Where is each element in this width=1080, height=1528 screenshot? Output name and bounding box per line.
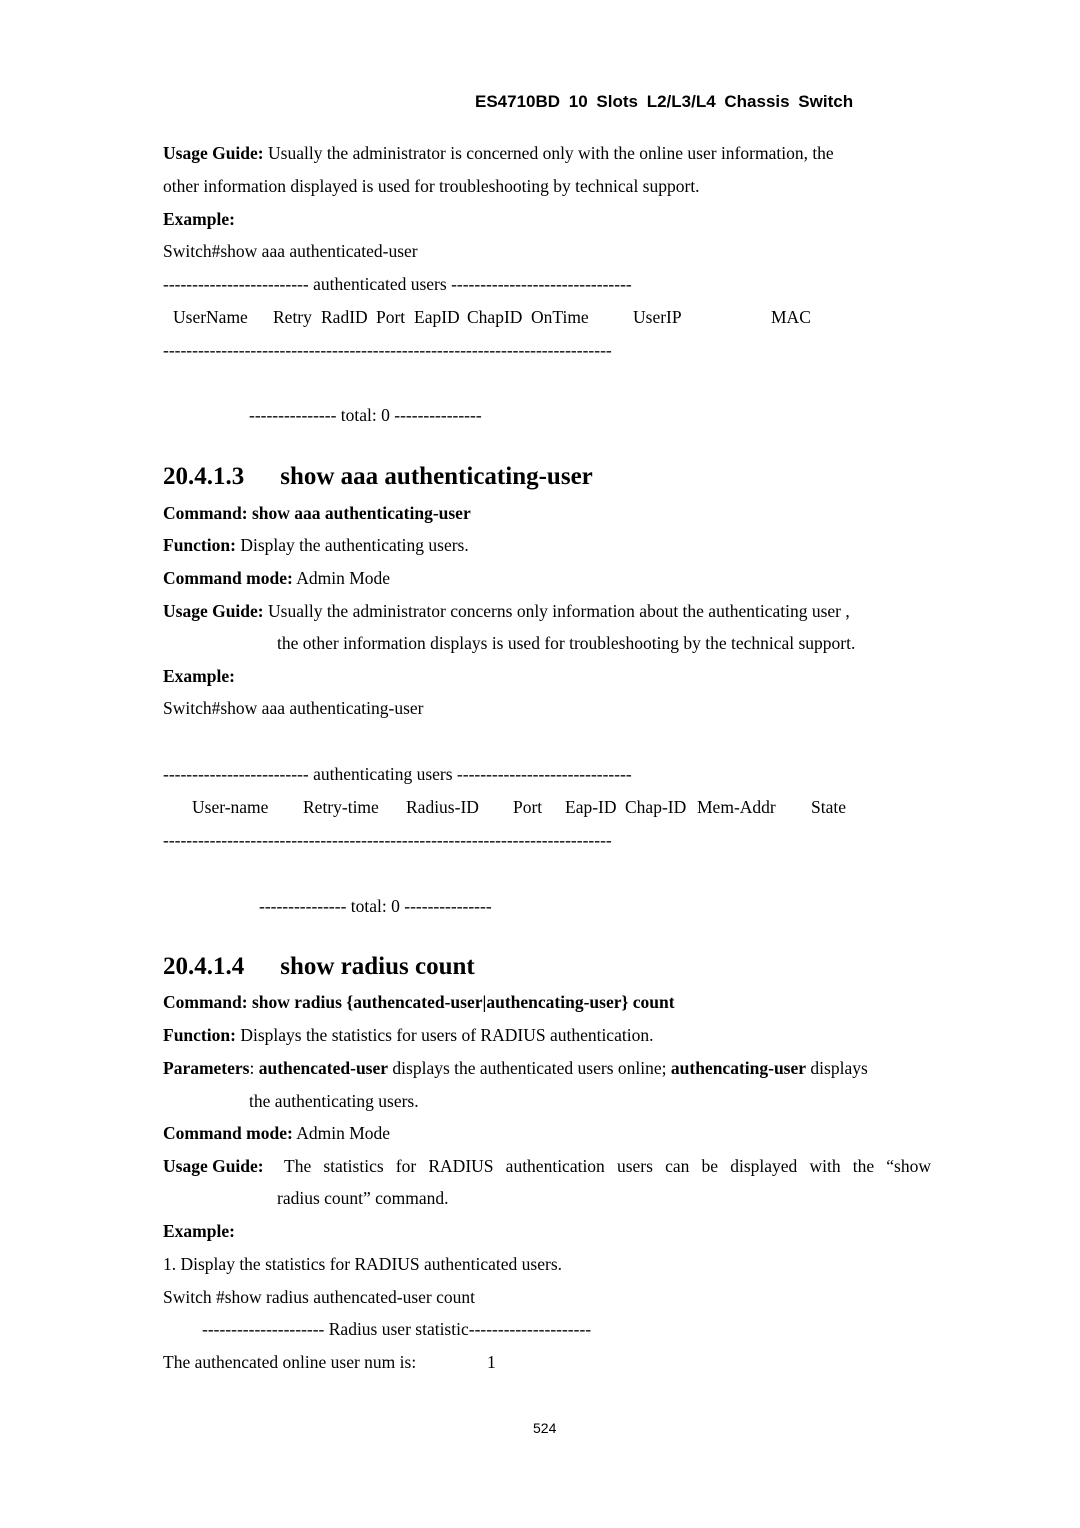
column-header: Retry-time — [303, 797, 379, 817]
section-number: 20.4.1.3 — [163, 463, 245, 490]
output-separator: ----------------------------------------… — [163, 830, 612, 850]
section-title: show radius count — [280, 953, 475, 980]
column-header: UserIP — [633, 307, 682, 327]
output-result-label: The authencated online user num is: — [163, 1352, 417, 1372]
column-header: Eap-ID — [565, 797, 617, 817]
parameter-description: displays — [806, 1058, 868, 1078]
example-step: 1. Display the statistics for RADIUS aut… — [163, 1254, 563, 1274]
command-mode-paragraph: Command mode: Admin Mode — [163, 1123, 390, 1143]
parameters-label: Parameters — [163, 1058, 250, 1078]
section-title: show aaa authenticating-user — [280, 463, 593, 490]
usage-guide-text-line2: other information displayed is used for … — [163, 176, 700, 196]
output-result-value: 1 — [487, 1352, 496, 1372]
output-separator: ----------------------------------------… — [163, 340, 612, 360]
command-syntax: Command: show aaa authenticating-user — [163, 503, 471, 523]
command-mode-paragraph: Command mode: Admin Mode — [163, 568, 390, 588]
document-header: ES4710BD 10 Slots L2/L3/L4 Chassis Switc… — [475, 92, 854, 111]
column-header: EapID — [414, 307, 460, 327]
function-paragraph: Function: Displays the statistics for us… — [163, 1025, 653, 1045]
example-label: Example: — [163, 666, 235, 686]
usage-guide-paragraph: Usage Guide: Usually the administrator i… — [163, 143, 834, 163]
section-number: 20.4.1.4 — [163, 953, 245, 980]
parameters-paragraph: Parameters: authencated-user displays th… — [163, 1058, 868, 1078]
usage-guide-text-line2: radius count” command. — [277, 1188, 449, 1208]
example-label: Example: — [163, 1221, 235, 1241]
column-header: OnTime — [531, 307, 589, 327]
example-command: Switch #show radius authencated-user cou… — [163, 1287, 476, 1307]
function-paragraph: Function: Display the authenticating use… — [163, 535, 469, 555]
column-header: Mem-Addr — [697, 797, 776, 817]
command-syntax: Command: show radius {authencated-user|a… — [163, 992, 675, 1012]
column-header: UserName — [173, 307, 248, 327]
column-header: Radius-ID — [406, 797, 479, 817]
function-text: Displays the statistics for users of RAD… — [235, 1025, 654, 1045]
parameters-text-line2: the authenticating users. — [249, 1091, 419, 1111]
function-text: Display the authenticating users. — [235, 535, 469, 555]
output-banner: ------------------------- authenticating… — [163, 764, 632, 784]
section-heading: 20.4.1.3 show aaa authenticating-user — [163, 462, 593, 492]
example-command: Switch#show aaa authenticated-user — [163, 241, 418, 261]
usage-guide-text: Usually the administrator concerns only … — [263, 601, 850, 621]
output-banner: ------------------------- authenticated … — [163, 274, 632, 294]
usage-guide-label: Usage Guide: — [163, 1156, 264, 1176]
parameter-name: authencating-user — [670, 1058, 807, 1078]
command-mode-text: Admin Mode — [292, 568, 391, 588]
output-banner: --------------------- Radius user statis… — [202, 1319, 592, 1339]
parameter-description: displays the authenticated users online; — [388, 1058, 671, 1078]
command-mode-label: Command mode: — [163, 568, 293, 588]
command-mode-label: Command mode: — [163, 1123, 293, 1143]
column-header: User-name — [192, 797, 269, 817]
column-header: Port — [513, 797, 543, 817]
column-header: Retry — [273, 307, 312, 327]
usage-guide-label: Usage Guide: — [163, 601, 264, 621]
column-header: State — [811, 797, 846, 817]
usage-guide-text-line2: the other information displays is used f… — [277, 633, 856, 653]
usage-guide-label: Usage Guide: — [163, 143, 264, 163]
output-total: --------------- total: 0 --------------- — [259, 896, 492, 916]
section-heading: 20.4.1.4 show radius count — [163, 952, 475, 982]
function-label: Function: — [163, 1025, 236, 1045]
example-command: Switch#show aaa authenticating-user — [163, 698, 424, 718]
column-header: Port — [376, 307, 406, 327]
example-label: Example: — [163, 209, 235, 229]
column-header: ChapID — [467, 307, 523, 327]
output-total: --------------- total: 0 --------------- — [249, 405, 482, 425]
page-number: 524 — [533, 1420, 557, 1436]
usage-guide-text: The statistics for RADIUS authentication… — [284, 1156, 931, 1176]
usage-guide-paragraph: Usage Guide: Usually the administrator c… — [163, 601, 850, 621]
function-label: Function: — [163, 535, 236, 555]
column-header: RadID — [321, 307, 368, 327]
parameter-name: authencated-user — [258, 1058, 389, 1078]
usage-guide-text: Usually the administrator is concerned o… — [263, 143, 834, 163]
command-mode-text: Admin Mode — [292, 1123, 391, 1143]
column-header: Chap-ID — [625, 797, 687, 817]
parameters-colon: : — [249, 1058, 259, 1078]
column-header: MAC — [771, 307, 811, 327]
